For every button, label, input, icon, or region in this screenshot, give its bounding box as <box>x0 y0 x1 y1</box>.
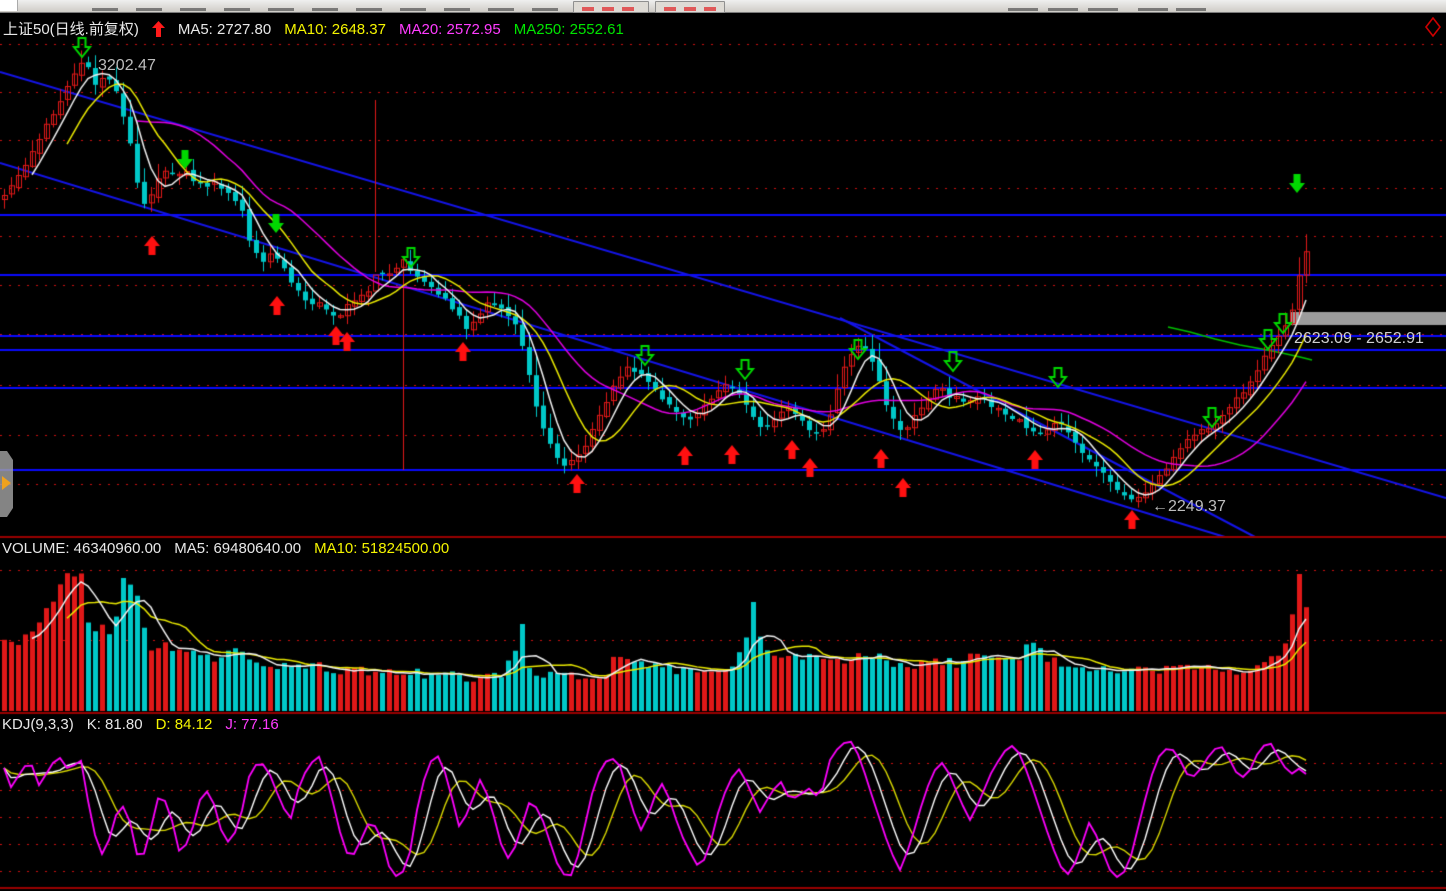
toolbar-corner-box <box>0 0 18 11</box>
ma20-value: MA20: 2572.95 <box>399 21 501 41</box>
low-price-label: ←2249.37 <box>1152 498 1226 516</box>
expand-arrow-icon <box>2 476 11 490</box>
charting-app: { "window": {"width":1446,"height":891,"… <box>0 0 1446 891</box>
chart-canvas[interactable] <box>0 0 1446 891</box>
kdj-title: KDJ(9,3,3) <box>2 716 74 733</box>
ma5-value: MA5: 2727.80 <box>178 21 271 41</box>
main-chart-legend: 上证50(日线.前复权) MA5: 2727.80 MA10: 2648.37 … <box>3 21 624 41</box>
symbol-title: 上证50(日线.前复权) <box>3 21 139 41</box>
price-range-label: 2623.09 - 2652.91 <box>1294 330 1424 348</box>
ma10-value: MA10: 2648.37 <box>284 21 386 41</box>
toolbar-button[interactable] <box>573 1 649 13</box>
kdj-k-value: K: 81.80 <box>87 716 143 733</box>
kdj-d-value: D: 84.12 <box>156 716 213 733</box>
toolbar-button[interactable] <box>655 1 725 13</box>
diamond-marker-icon <box>1424 17 1442 42</box>
volume-legend: VOLUME: 46340960.00 MA5: 69480640.00 MA1… <box>2 540 449 557</box>
ma250-value: MA250: 2552.61 <box>514 21 624 41</box>
sidebar-expand-handle[interactable] <box>0 451 13 517</box>
volume-ma5-value: MA5: 69480640.00 <box>174 540 301 557</box>
volume-value: VOLUME: 46340960.00 <box>2 540 161 557</box>
volume-ma10-value: MA10: 51824500.00 <box>314 540 449 557</box>
top-toolbar <box>0 0 1446 13</box>
peak-price-label: 3202.47 <box>98 57 156 75</box>
kdj-legend: KDJ(9,3,3) K: 81.80 D: 84.12 J: 77.16 <box>2 716 279 733</box>
kdj-j-value: J: 77.16 <box>225 716 278 733</box>
up-arrow-icon <box>152 21 165 41</box>
